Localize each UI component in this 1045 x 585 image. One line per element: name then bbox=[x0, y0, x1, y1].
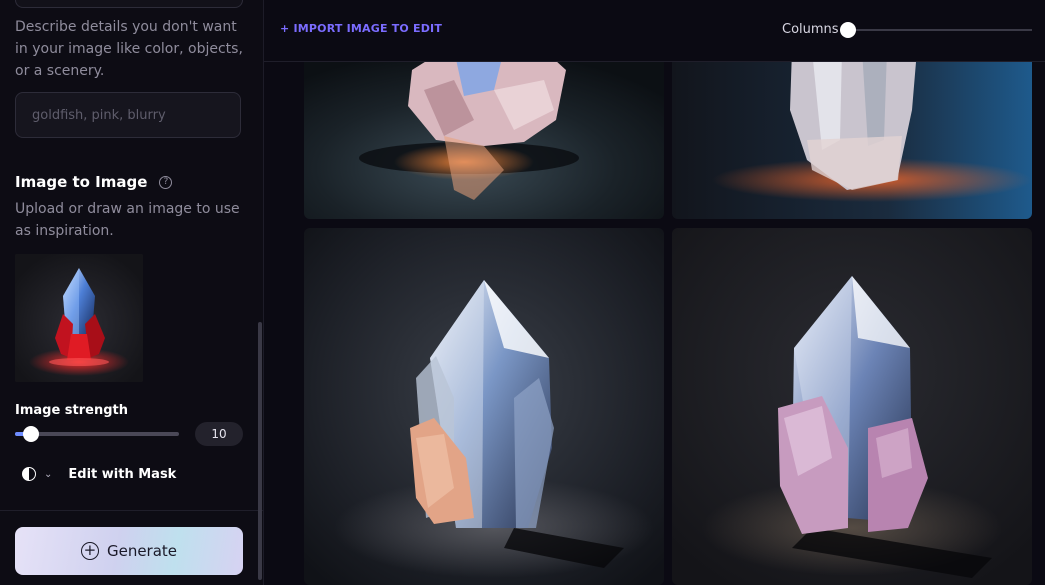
edit-with-mask-row[interactable]: ⌄ Edit with Mask bbox=[22, 463, 176, 485]
sidebar-scrollbar[interactable] bbox=[258, 322, 262, 580]
gallery-image[interactable] bbox=[672, 228, 1032, 585]
gallery-image[interactable] bbox=[304, 62, 664, 219]
gallery-header: + IMPORT IMAGE TO EDIT Columns bbox=[264, 0, 1045, 62]
negative-prompt-description: Describe details you don't want in your … bbox=[15, 19, 243, 79]
half-circle-icon[interactable] bbox=[22, 467, 36, 481]
negative-prompt-input[interactable]: goldfish, pink, blurry bbox=[15, 92, 241, 138]
image-strength-slider[interactable] bbox=[15, 426, 179, 442]
question-circle-icon[interactable]: ? bbox=[159, 175, 173, 189]
import-image-link[interactable]: + IMPORT IMAGE TO EDIT bbox=[280, 22, 442, 35]
prompt-field[interactable] bbox=[15, 0, 243, 8]
image-to-image-title: Image to Image bbox=[15, 173, 148, 191]
columns-slider[interactable] bbox=[840, 22, 1032, 38]
init-image-thumbnail[interactable] bbox=[15, 254, 143, 382]
image-strength-label: Image strength bbox=[15, 403, 129, 418]
image-gallery bbox=[264, 62, 1045, 585]
image-strength-value[interactable]: 10 bbox=[195, 422, 243, 446]
edit-with-mask-label[interactable]: Edit with Mask bbox=[68, 467, 176, 482]
plus-circle-icon: + bbox=[80, 542, 99, 560]
chevron-down-icon[interactable]: ⌄ bbox=[44, 469, 52, 480]
sidebar-divider bbox=[0, 510, 263, 511]
generate-label: Generate bbox=[106, 542, 178, 560]
gallery-image[interactable] bbox=[304, 228, 664, 585]
sidebar: Describe details you don't want in your … bbox=[0, 0, 264, 585]
columns-slider-thumb[interactable] bbox=[840, 22, 856, 38]
image-to-image-heading: Image to Image ? bbox=[15, 173, 173, 191]
image-to-image-description: Upload or draw an image to use as inspir… bbox=[15, 201, 240, 239]
negative-prompt-placeholder: goldfish, pink, blurry bbox=[32, 107, 166, 123]
gallery-image[interactable] bbox=[672, 62, 1032, 219]
generate-button[interactable]: + Generate bbox=[15, 527, 243, 575]
image-strength-thumb[interactable] bbox=[23, 426, 40, 442]
columns-label: Columns bbox=[782, 22, 839, 37]
